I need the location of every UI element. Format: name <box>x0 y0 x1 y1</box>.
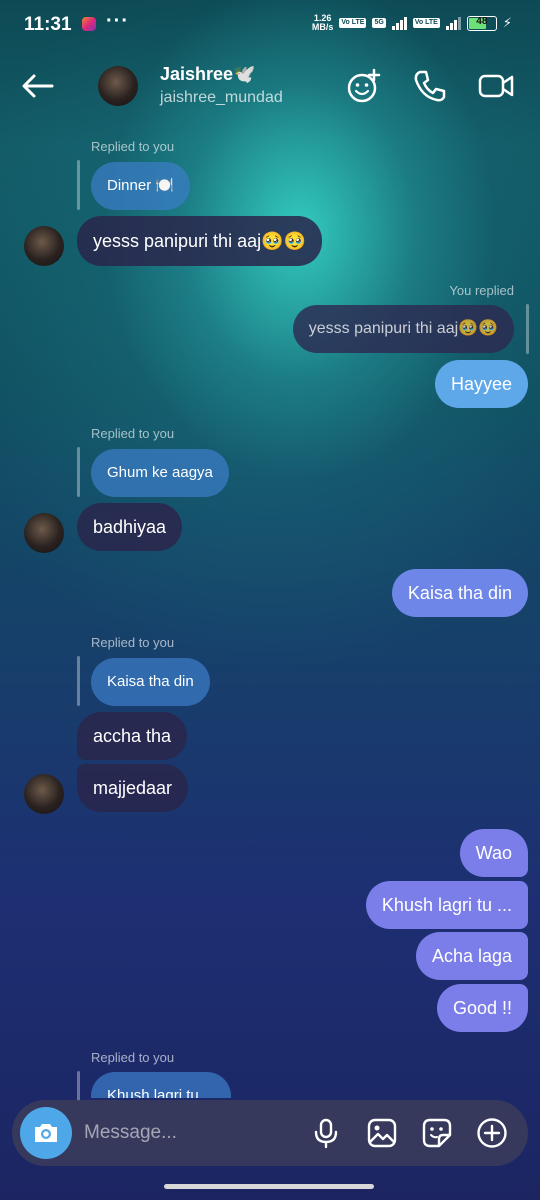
chat-header: Jaishree🕊️ jaishree_mundad <box>0 52 540 122</box>
phone-icon[interactable] <box>412 68 448 104</box>
reply-indicator <box>77 656 80 706</box>
outgoing-message[interactable]: Kaisa tha din <box>391 569 528 617</box>
add-icon[interactable] <box>476 1117 508 1149</box>
avatar[interactable] <box>98 66 138 106</box>
home-indicator[interactable] <box>164 1184 374 1189</box>
message-input[interactable] <box>82 1119 286 1147</box>
contact-username[interactable]: jaishree_mundad <box>160 89 283 107</box>
contact-name[interactable]: Jaishree🕊️ <box>160 64 255 85</box>
back-arrow-icon[interactable] <box>20 70 56 102</box>
quoted-message[interactable]: Ghum ke aagya <box>91 449 229 497</box>
status-indicators: 1.26 MB/s Vo LTE 5G Vo LTE 48 ⚡ <box>312 14 512 32</box>
outgoing-message[interactable]: Hayyee <box>434 360 528 408</box>
battery-level: 48 <box>476 15 488 27</box>
reply-label: Replied to you <box>91 426 175 441</box>
message-clip: Khush lagri tu ... <box>0 1060 540 1098</box>
outgoing-message[interactable]: Wao <box>459 829 528 877</box>
incoming-message[interactable]: majjedaar <box>77 764 189 812</box>
network-speed: 1.26 MB/s <box>312 14 334 32</box>
network-speed-unit: MB/s <box>311 22 334 32</box>
outgoing-message[interactable]: Khush lagri tu ... <box>365 881 528 929</box>
status-time: 11:31 <box>24 14 72 35</box>
incoming-message[interactable]: accha tha <box>77 712 188 760</box>
add-effect-icon[interactable] <box>346 68 382 104</box>
more-notifications-icon: ··· <box>106 10 129 32</box>
5g-badge: 5G <box>372 18 386 28</box>
reply-indicator <box>77 160 80 210</box>
avatar[interactable] <box>24 226 64 266</box>
reply-indicator <box>77 447 80 497</box>
avatar[interactable] <box>24 774 64 814</box>
avatar[interactable] <box>24 513 64 553</box>
status-bar: 11:31 ··· 1.26 MB/s Vo LTE 5G Vo LTE 48 … <box>0 0 540 52</box>
outgoing-message[interactable]: Good !! <box>436 984 528 1032</box>
quoted-message[interactable]: Khush lagri tu ... <box>91 1072 232 1098</box>
sticker-icon[interactable] <box>421 1117 453 1149</box>
instagram-notification-icon <box>82 17 96 31</box>
camera-button[interactable] <box>20 1107 72 1159</box>
reply-label: You replied <box>449 283 514 298</box>
gallery-icon[interactable] <box>366 1117 398 1149</box>
mic-icon[interactable] <box>310 1117 342 1149</box>
camera-icon <box>35 1124 57 1142</box>
signal-icon <box>391 16 407 30</box>
outgoing-message[interactable]: Acha laga <box>415 932 528 980</box>
reply-label: Replied to you <box>91 139 175 154</box>
video-icon[interactable] <box>478 68 514 104</box>
volte-badge: Vo LTE <box>339 18 367 28</box>
quoted-message[interactable]: Dinner 🍽️ <box>91 162 191 210</box>
reply-indicator <box>526 304 529 354</box>
reply-label: Replied to you <box>91 635 175 650</box>
battery-icon: 48 <box>466 15 497 31</box>
incoming-message[interactable]: yesss panipuri thi aaj🥹🥹 <box>77 216 322 266</box>
charging-icon: ⚡ <box>502 15 512 30</box>
quoted-message[interactable]: Kaisa tha din <box>91 658 210 706</box>
incoming-message[interactable]: badhiyaa <box>77 503 183 551</box>
volte-badge-2: Vo LTE <box>412 18 440 28</box>
quoted-message[interactable]: yesss panipuri thi aaj🥹🥹 <box>292 305 514 353</box>
message-composer <box>12 1100 528 1166</box>
signal-icon-2 <box>445 16 461 30</box>
